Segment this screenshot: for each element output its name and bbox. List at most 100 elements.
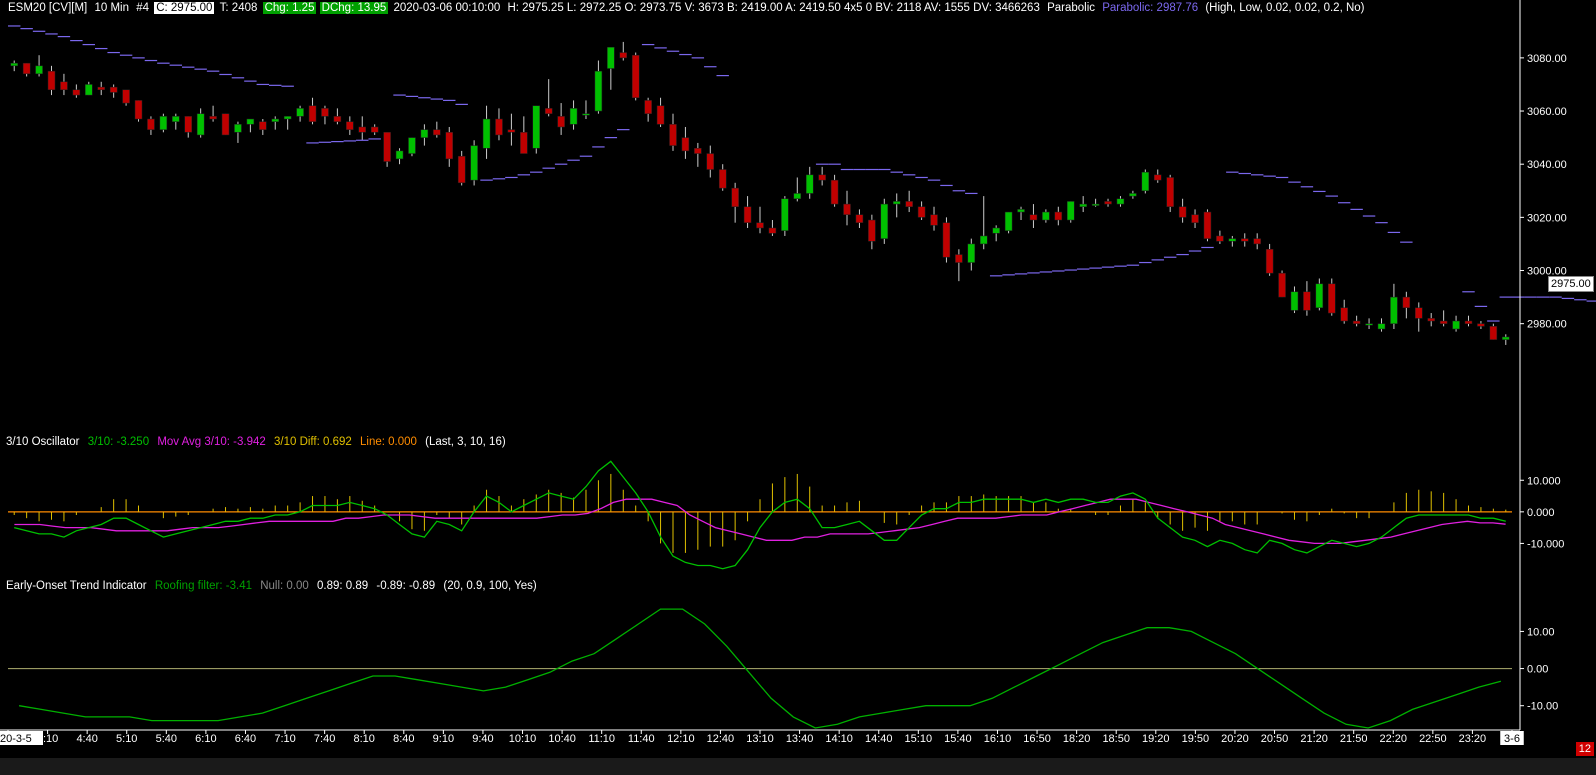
candle-body [1116,198,1125,205]
candle-body [109,86,118,93]
candle-body [743,206,752,223]
x-tick-label: 19:50 [1182,733,1210,745]
trend-tick-label: 10.00 [1527,626,1555,638]
trend-tick-label: 0.00 [1527,664,1548,676]
candle-body [1464,320,1473,324]
candle-body [955,254,963,263]
candle-body [358,126,366,133]
trend-name: Early-Onset Trend Indicator [6,580,147,592]
candle-body [1241,238,1249,242]
candle-body [905,201,913,207]
candle-body [507,129,516,133]
x-tick-label: 10:10 [509,733,537,745]
candle-body [10,62,18,67]
axes: 3080.003060.003040.003020.003000.002980.… [0,0,1567,745]
candle-body [756,222,764,229]
candle-body [1166,177,1174,207]
x-tick-label: 19:20 [1142,733,1170,745]
x-tick-label: 8:10 [353,733,374,745]
candle-body [967,243,976,263]
candle-body [594,70,603,112]
candle-body [569,108,578,125]
candle-body [892,201,901,205]
x-tick-label: 14:40 [865,733,893,745]
candle-body [607,46,615,69]
oscillator-value-diff: 3/10 Diff: 0.692 [274,436,352,448]
x-tick-label: 6:40 [235,733,256,745]
candle-body [656,105,665,125]
candle-body [445,132,454,160]
x-tick-label: 5:10 [116,733,137,745]
x-tick-label: 14:10 [825,733,853,745]
candle-body [308,105,317,122]
candle-body [880,203,889,239]
candle-body [930,214,938,226]
candle-body [718,169,727,189]
candle-body [433,129,441,136]
osc-tick-label: 0.000 [1527,507,1555,519]
dchange-value: DChg: 13.95 [319,2,389,14]
candle-body [147,118,155,130]
candle-body [1315,283,1324,308]
candle-body [1104,201,1112,205]
candle-body [296,108,304,117]
candle-body [1141,171,1150,192]
x-tick-label: 11:40 [628,733,655,745]
candle-body [706,153,715,170]
candle-body [1228,238,1237,242]
ohlc-values: H: 2975.25 L: 2972.25 O: 2973.75 V: 3673… [507,2,1040,14]
x-tick-label: 13:40 [786,733,814,745]
candle-body [283,116,292,120]
candle-body [333,116,342,122]
candle-body [246,118,255,125]
x-tick-label: 18:20 [1063,733,1091,745]
x-tick-label: 7:10 [274,733,295,745]
x-tick-label: 18:50 [1102,733,1130,745]
price-tick-label: 3040.00 [1527,159,1567,171]
x-tick-label: 21:50 [1340,733,1368,745]
candle-body [1017,209,1025,213]
x-tick-label: 13:10 [746,733,774,745]
candle-body [1427,318,1435,322]
candle-body [843,203,851,215]
candle-body [196,113,205,136]
x-tick-label: 4:40 [76,733,97,745]
chart-header: ESM20 [CV][M] 10 Min #4 C: 2975.00 T: 24… [6,0,1367,16]
candle-body [631,54,640,98]
trend-pane [8,608,1512,729]
candle-body [681,137,690,152]
candle-body [221,113,230,136]
candle-body [470,145,478,181]
candle-body [582,113,590,116]
candle-body [1415,307,1423,319]
x-tick-label: 3-6 [1504,733,1520,745]
x-tick-label: 4:10 [37,733,58,745]
chart-canvas[interactable]: 3080.003060.003040.003020.003000.002980.… [0,0,1596,775]
candle-body [159,116,168,130]
candle-body [321,108,329,117]
candle-body [992,227,1000,234]
candle-body [1054,211,1063,221]
x-tick-label: 11:10 [588,733,615,745]
trend-value-null: Null: 0.00 [260,580,309,592]
symbol-label: ESM20 [CV][M] [8,2,88,14]
horizontal-scrollbar[interactable] [0,758,1596,775]
x-tick-label: 12:10 [667,733,695,745]
candle-body [532,105,541,149]
candle-body [495,118,503,136]
candle-body [1452,320,1460,330]
candle-body [259,121,267,130]
candle-body [1439,320,1448,324]
x-tick-label: 20:50 [1261,733,1289,745]
x-tick-label: 15:40 [944,733,972,745]
x-tick-label: 15:10 [905,733,933,745]
candle-body [97,86,105,91]
candle-body [1066,201,1075,221]
price-tick-label: 2980.00 [1527,319,1567,331]
trend-params: (20, 0.9, 100, Yes) [443,580,537,592]
price-tick-label: 3080.00 [1527,53,1567,65]
oscillator-title: 3/10 Oscillator 3/10: -3.250 Mov Avg 3/1… [6,436,511,448]
study-value: Parabolic: 2987.76 [1102,2,1199,14]
oscillator-params: (Last, 3, 10, 16) [425,436,506,448]
price-pane [8,25,1596,345]
